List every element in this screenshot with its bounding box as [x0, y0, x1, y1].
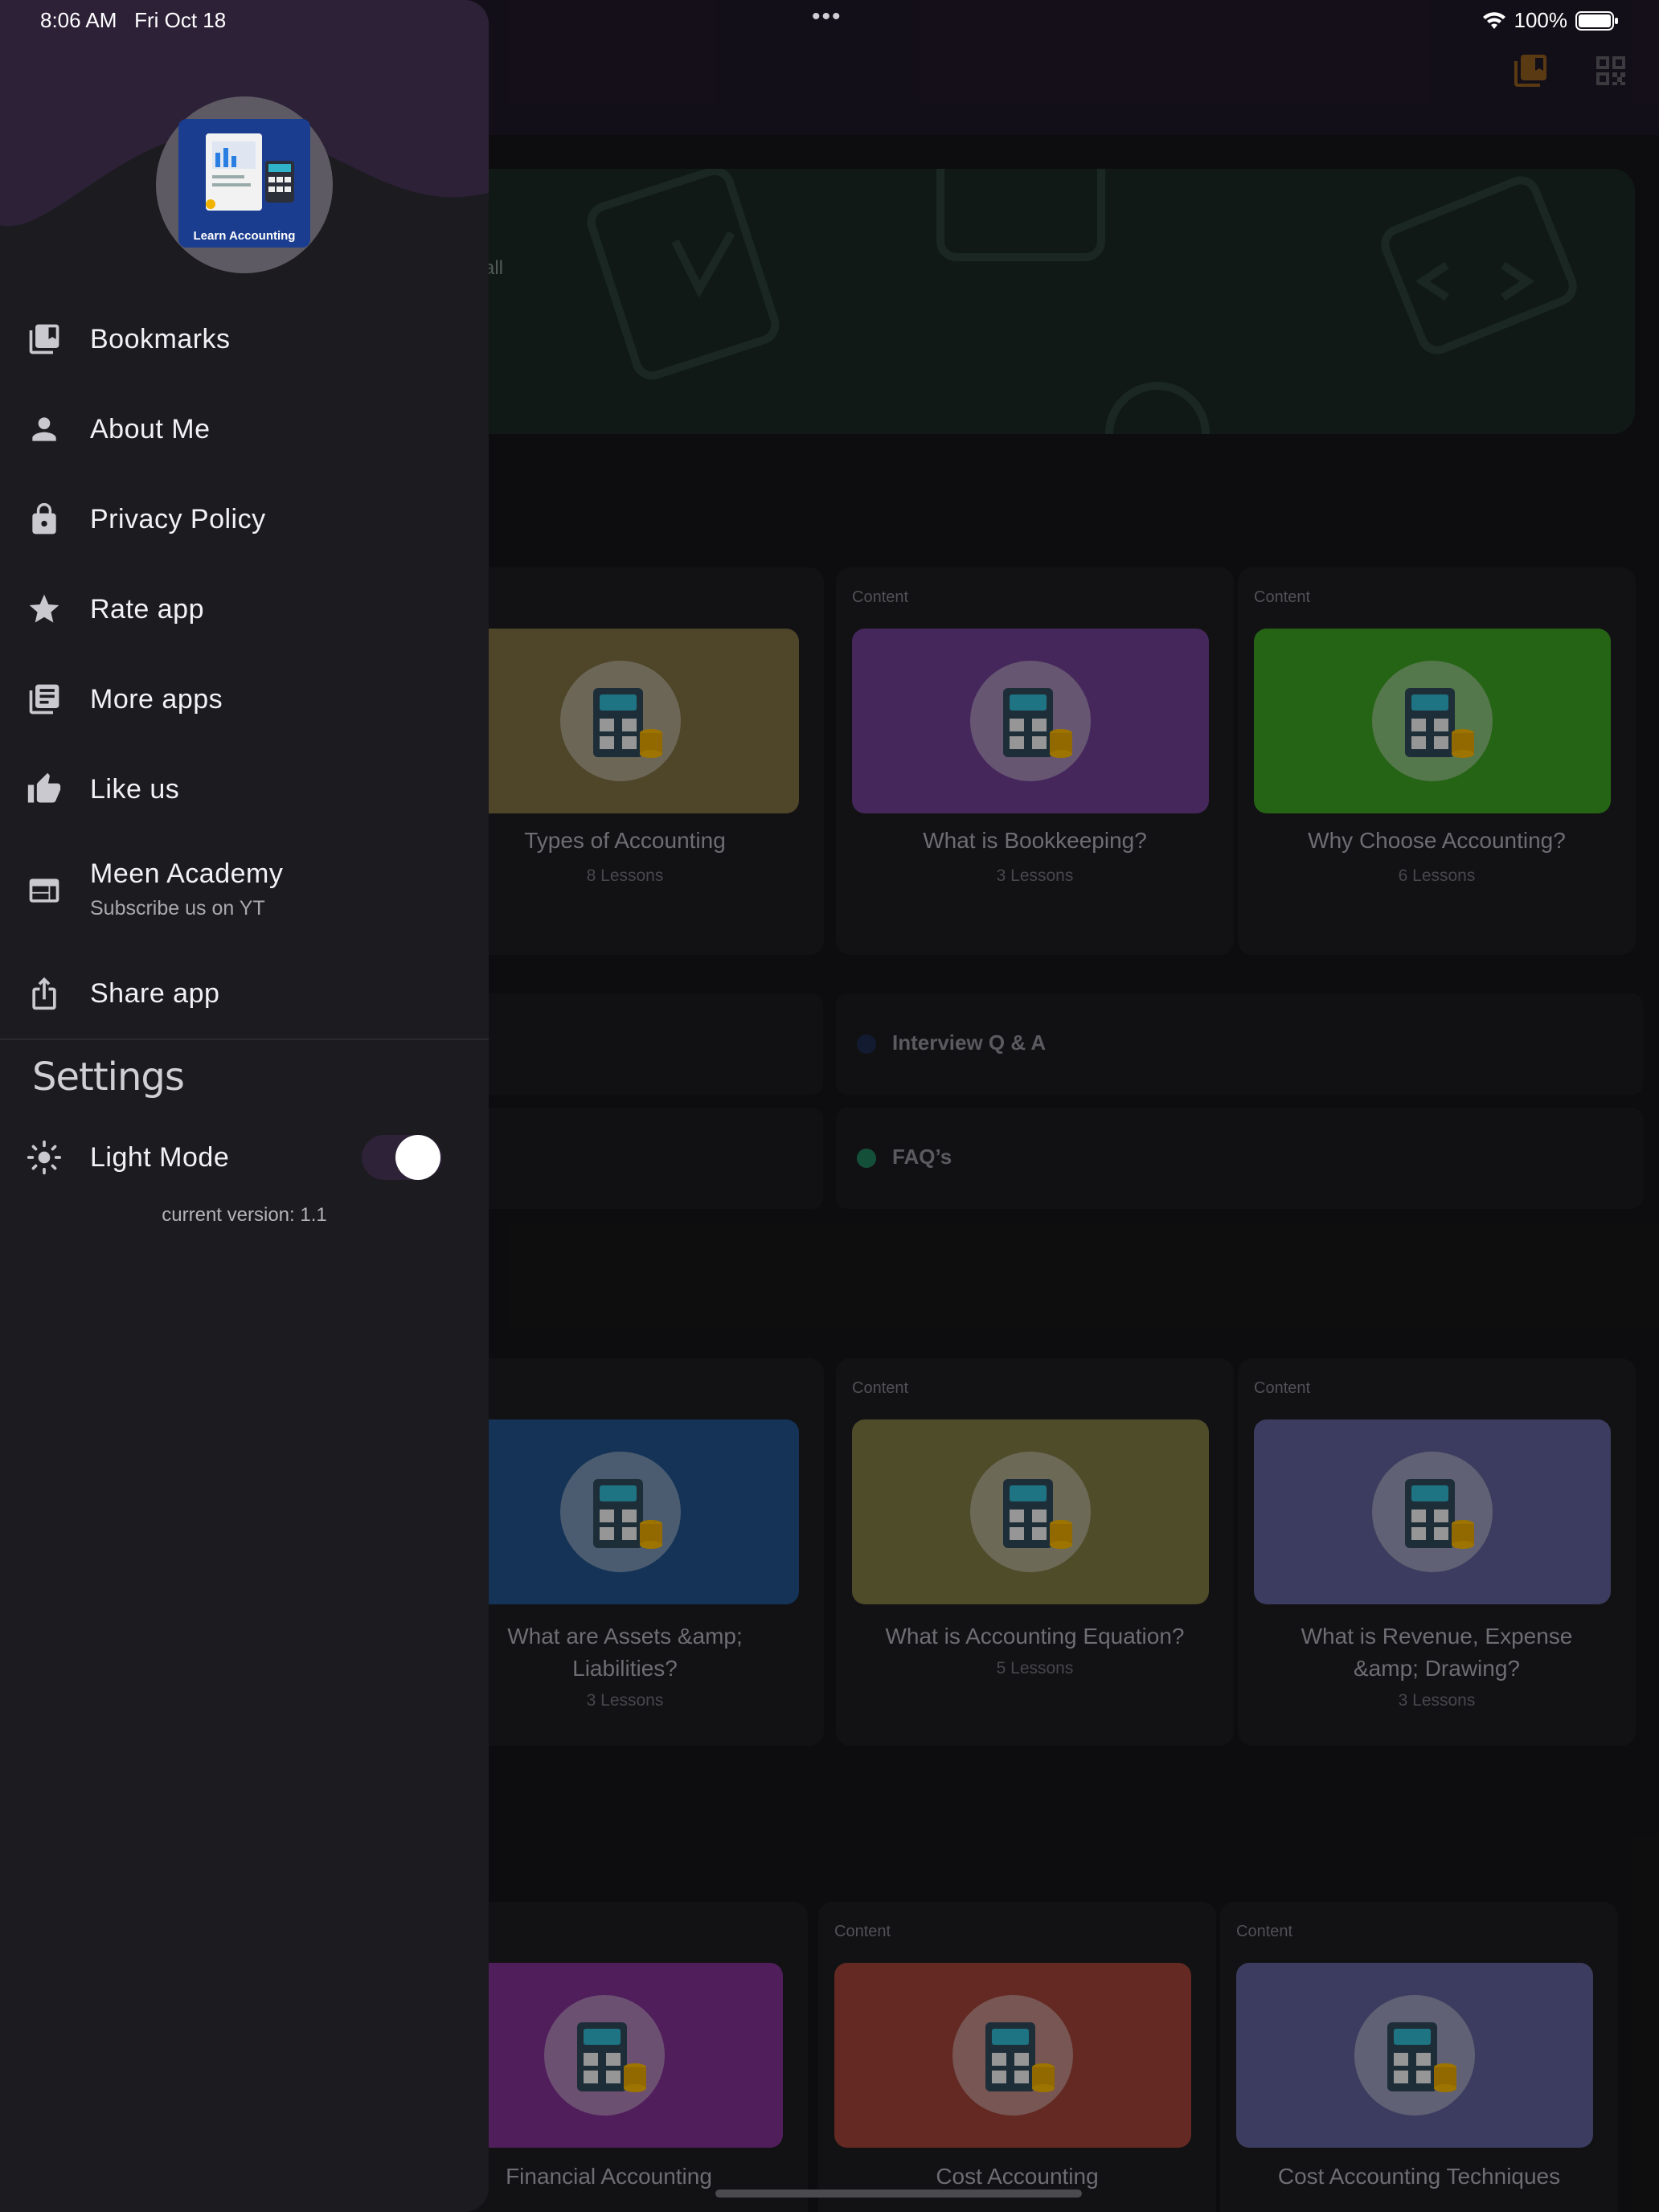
sun-icon [24, 1137, 64, 1178]
status-time-text: 8:06 AM [40, 8, 117, 32]
battery-percent: 100% [1514, 8, 1568, 32]
status-date-text: Fri Oct 18 [134, 8, 227, 32]
library-icon [24, 679, 64, 719]
menu-label: Rate app [90, 593, 204, 625]
person-icon [24, 409, 64, 449]
menu-item-more-apps[interactable]: More apps [0, 661, 489, 738]
accounting-illustration-icon [206, 133, 294, 211]
home-indicator[interactable] [715, 2189, 1082, 2198]
menu-item-meen-academy[interactable]: Meen Academy Subscribe us on YT [0, 850, 489, 931]
settings-title: Settings [32, 1055, 185, 1100]
status-right: 100% [1482, 8, 1620, 33]
thumb-up-icon [24, 769, 64, 809]
menu-label: Like us [90, 773, 180, 805]
menu-item-rate-app[interactable]: Rate app [0, 571, 489, 648]
wifi-icon [1482, 11, 1505, 29]
menu-sublabel: Subscribe us on YT [90, 897, 265, 920]
bookmarks-icon [24, 319, 64, 359]
menu-item-bookmarks[interactable]: Bookmarks [0, 301, 489, 378]
battery-icon [1575, 10, 1618, 31]
menu-label: Privacy Policy [90, 503, 266, 535]
share-icon [24, 973, 64, 1014]
menu-item-like-us[interactable]: Like us [0, 751, 489, 828]
menu-label: Share app [90, 977, 220, 1009]
app-version: current version: 1.1 [162, 1204, 327, 1226]
menu-divider [0, 1038, 489, 1040]
light-mode-toggle-knob[interactable] [395, 1135, 440, 1180]
app-logo: Learn Accounting [156, 96, 333, 273]
star-icon [24, 589, 64, 629]
menu-item-share-app[interactable]: Share app [0, 955, 489, 1032]
status-time: 8:06 AM Fri Oct 18 [40, 8, 226, 33]
menu-label: About Me [90, 413, 211, 444]
logo-tile: Learn Accounting [178, 119, 310, 248]
lock-icon [24, 499, 64, 539]
menu-label: Bookmarks [90, 323, 231, 354]
menu-item-about-me[interactable]: About Me [0, 391, 489, 468]
status-bar: 8:06 AM Fri Oct 18 ••• 100% [0, 0, 1659, 39]
multitasking-dots[interactable]: ••• [812, 3, 842, 31]
light-mode-label: Light Mode [90, 1141, 230, 1173]
menu-label: More apps [90, 683, 223, 715]
web-icon [24, 870, 64, 911]
navigation-drawer: Learn Accounting Bookmarks About Me Priv… [0, 0, 489, 2212]
logo-text: Learn Accounting [193, 229, 296, 243]
menu-item-privacy-policy[interactable]: Privacy Policy [0, 481, 489, 558]
menu-label: Meen Academy [90, 858, 284, 889]
